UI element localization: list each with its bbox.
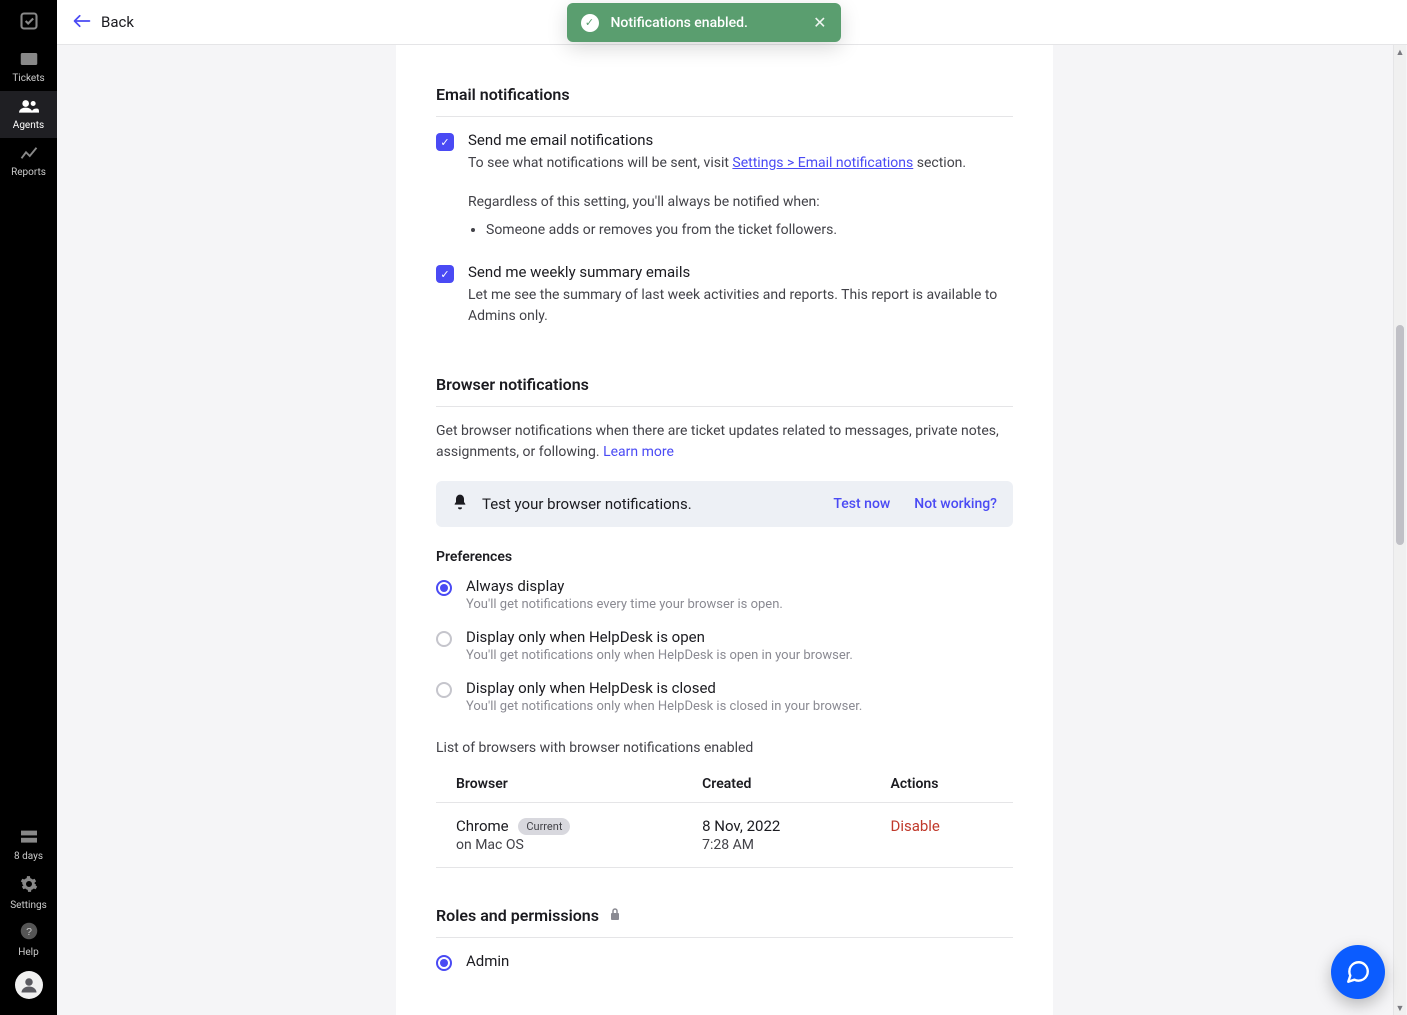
help-icon: ?	[20, 922, 38, 943]
radio-label: Admin	[466, 952, 509, 970]
arrow-left-icon	[73, 12, 91, 33]
browser-list-title: List of browsers with browser notificati…	[436, 740, 1013, 756]
created-time: 7:28 AM	[702, 837, 850, 853]
toast-notification: ✓ Notifications enabled. ✕	[567, 3, 841, 42]
email-settings-link[interactable]: Settings > Email notifications	[732, 155, 913, 171]
sidebar-item-label: Tickets	[12, 73, 44, 84]
created-date: 8 Nov, 2022	[702, 817, 850, 835]
scroll-down-icon[interactable]: ▼	[1394, 1001, 1406, 1015]
not-working-link[interactable]: Not working?	[914, 496, 997, 512]
app-root: Tickets Agents Reports 8 days	[0, 0, 1407, 1015]
scroll-up-icon[interactable]: ▲	[1394, 45, 1406, 59]
checkbox-weekly-summary[interactable]: ✓	[436, 265, 454, 283]
section-title-browser: Browser notifications	[436, 375, 1013, 407]
avatar[interactable]	[15, 971, 43, 999]
scrollbar[interactable]: ▲ ▼	[1393, 45, 1406, 1015]
checkbox-label: Send me weekly summary emails	[468, 263, 1013, 281]
back-label: Back	[101, 13, 134, 31]
sidebar-item-trial[interactable]: 8 days	[0, 822, 57, 869]
chat-fab[interactable]	[1331, 945, 1385, 999]
browser-os: on Mac OS	[456, 837, 662, 853]
radio-helpdesk-closed[interactable]	[436, 682, 452, 698]
main-area: Email notifications ✓ Send me email noti…	[57, 45, 1407, 1015]
sidebar-item-settings[interactable]: Settings	[0, 869, 57, 916]
browser-intro: Get browser notifications when there are…	[436, 421, 1013, 463]
test-now-link[interactable]: Test now	[833, 496, 890, 512]
scroll-thumb[interactable]	[1396, 325, 1404, 545]
sidebar-item-label: Reports	[11, 167, 46, 178]
sidebar-item-label: Agents	[13, 120, 44, 131]
sidebar-item-help[interactable]: ? Help	[0, 916, 57, 963]
table-row: Chrome Current on Mac OS 8 Nov, 2022 7:2…	[436, 803, 1013, 868]
toast-close-icon[interactable]: ✕	[813, 13, 826, 32]
section-title-roles: Roles and permissions	[436, 906, 1013, 938]
sidebar-item-label: 8 days	[14, 851, 43, 862]
sidebar: Tickets Agents Reports 8 days	[0, 0, 57, 1015]
sidebar-item-agents[interactable]: Agents	[0, 91, 57, 138]
radio-helpdesk-open[interactable]	[436, 631, 452, 647]
bell-icon	[452, 493, 468, 515]
sidebar-item-label: Settings	[10, 900, 47, 911]
radio-label: Display only when HelpDesk is open	[466, 628, 853, 646]
checkbox-logo-icon	[19, 11, 39, 34]
days-icon	[21, 830, 37, 847]
chat-icon	[1345, 959, 1371, 985]
toast-message: Notifications enabled.	[611, 15, 802, 31]
always-notified-note: Regardless of this setting, you'll alway…	[468, 192, 1013, 213]
checkbox-desc: Let me see the summary of last week acti…	[468, 285, 1013, 327]
col-browser: Browser	[436, 766, 682, 803]
logo[interactable]	[0, 0, 57, 44]
test-notifications-bar: Test your browser notifications. Test no…	[436, 481, 1013, 527]
sidebar-item-label: Help	[18, 947, 38, 958]
radio-desc: You'll get notifications only when HelpD…	[466, 648, 853, 663]
browser-name: Chrome	[456, 817, 509, 835]
agents-icon	[19, 99, 39, 116]
back-button[interactable]: Back	[73, 12, 134, 33]
disable-link[interactable]: Disable	[890, 817, 939, 835]
radio-desc: You'll get notifications every time your…	[466, 597, 783, 612]
sidebar-item-tickets[interactable]: Tickets	[0, 44, 57, 91]
test-text: Test your browser notifications.	[482, 495, 809, 513]
reports-icon	[20, 146, 38, 163]
checkbox-label: Send me email notifications	[468, 131, 1013, 149]
radio-label: Display only when HelpDesk is closed	[466, 679, 862, 697]
settings-card: Email notifications ✓ Send me email noti…	[396, 45, 1053, 1015]
lock-icon	[609, 907, 621, 925]
sidebar-item-reports[interactable]: Reports	[0, 138, 57, 185]
gear-icon	[20, 875, 38, 896]
checkbox-desc: To see what notifications will be sent, …	[468, 153, 1013, 174]
radio-admin[interactable]	[436, 955, 452, 971]
radio-label: Always display	[466, 577, 783, 595]
radio-always-display[interactable]	[436, 580, 452, 596]
current-badge: Current	[518, 818, 570, 835]
learn-more-link[interactable]: Learn more	[603, 444, 674, 460]
bullet-item: Someone adds or removes you from the tic…	[486, 219, 1013, 241]
checkbox-send-email[interactable]: ✓	[436, 133, 454, 151]
preferences-title: Preferences	[436, 549, 1013, 565]
radio-desc: You'll get notifications only when HelpD…	[466, 699, 862, 714]
svg-text:?: ?	[26, 925, 32, 937]
check-circle-icon: ✓	[581, 14, 599, 32]
col-created: Created	[682, 766, 870, 803]
section-title-email: Email notifications	[436, 85, 1013, 117]
browser-table: Browser Created Actions Chrome Current o…	[436, 766, 1013, 868]
ticket-icon	[20, 52, 38, 69]
col-actions: Actions	[870, 766, 1013, 803]
